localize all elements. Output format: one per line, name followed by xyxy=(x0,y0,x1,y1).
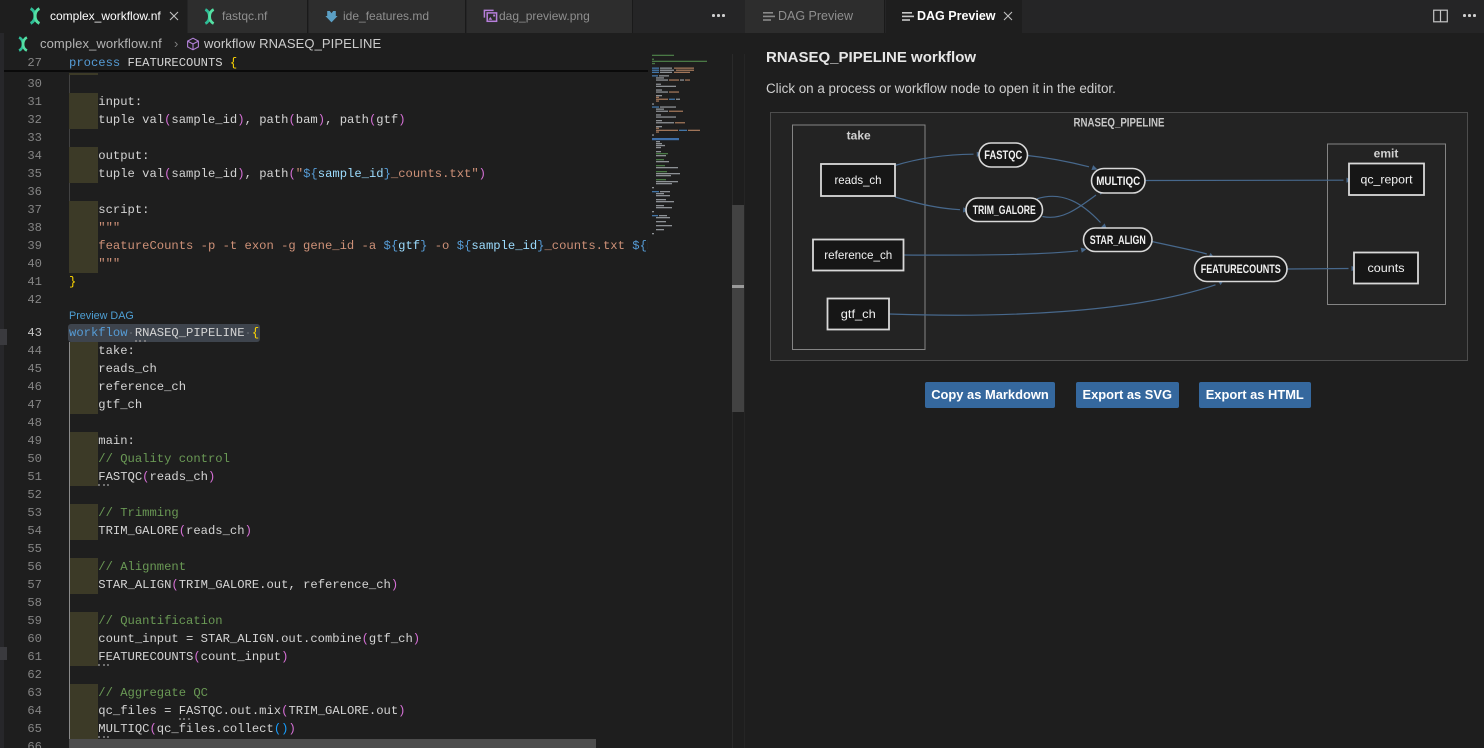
svg-text:reference_ch: reference_ch xyxy=(824,248,892,262)
svg-text:qc_report: qc_report xyxy=(1361,172,1414,186)
svg-text:RNASEQ_PIPELINE: RNASEQ_PIPELINE xyxy=(1074,118,1165,130)
svg-text:emit: emit xyxy=(1374,147,1399,161)
svg-text:counts: counts xyxy=(1368,261,1405,275)
svg-text:take: take xyxy=(847,129,871,143)
svg-text:TRIM_GALORE: TRIM_GALORE xyxy=(973,205,1036,217)
svg-text:FEATURECOUNTS: FEATURECOUNTS xyxy=(1201,264,1281,276)
svg-text:STAR_ALIGN: STAR_ALIGN xyxy=(1090,235,1146,247)
svg-text:reads_ch: reads_ch xyxy=(835,173,882,187)
svg-text:FASTQC: FASTQC xyxy=(984,150,1022,162)
svg-text:MULTIQC: MULTIQC xyxy=(1096,176,1140,188)
svg-text:gtf_ch: gtf_ch xyxy=(841,307,876,321)
